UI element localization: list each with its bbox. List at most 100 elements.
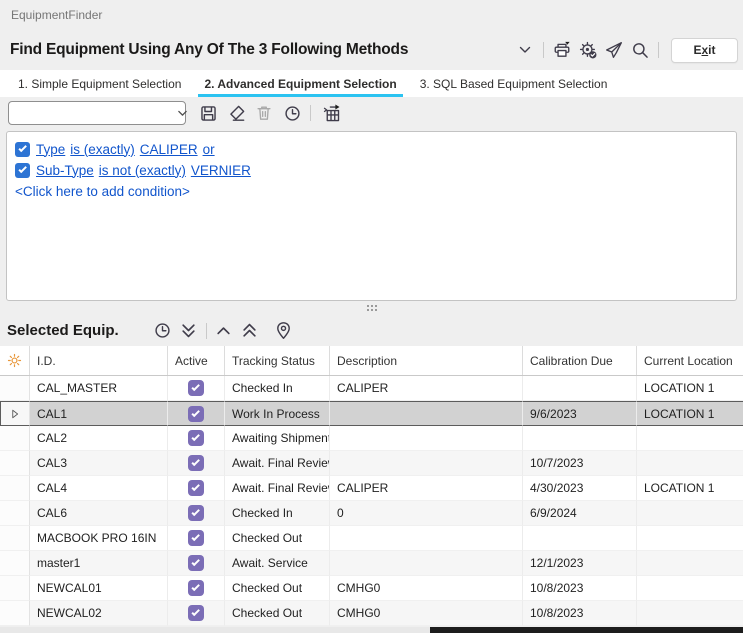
scrollbar-thumb[interactable]	[430, 627, 743, 633]
cell-current-location[interactable]: LOCATION 1	[637, 401, 743, 426]
condition-conjunction-link[interactable]: or	[203, 142, 215, 157]
history-icon[interactable]	[280, 101, 304, 125]
cell-id[interactable]: CAL2	[30, 426, 168, 451]
saved-query-input[interactable]	[9, 102, 176, 124]
save-icon[interactable]	[196, 101, 220, 125]
cell-description[interactable]	[330, 426, 523, 451]
chevron-down-icon[interactable]	[514, 39, 536, 61]
move-all-down-icon[interactable]	[177, 319, 201, 343]
active-checkbox[interactable]	[188, 530, 204, 546]
table-row[interactable]: NEWCAL02 Checked OutCMHG010/8/2023	[0, 601, 743, 626]
cell-id[interactable]: CAL1	[30, 401, 168, 426]
table-row[interactable]: CAL3Await. Final Review10/7/2023	[0, 451, 743, 476]
active-checkbox[interactable]	[188, 555, 204, 571]
cell-tracking-status[interactable]: Checked Out	[225, 601, 330, 626]
row-selector[interactable]	[0, 526, 30, 551]
row-selector[interactable]	[0, 501, 30, 526]
cell-current-location[interactable]: LOCATION 1	[637, 476, 743, 501]
cell-tracking-status[interactable]: Checked In	[225, 376, 330, 401]
cell-description[interactable]	[330, 551, 523, 576]
cell-id[interactable]: CAL_MASTER	[30, 376, 168, 401]
cell-id[interactable]: master1	[30, 551, 168, 576]
cell-calibration-due[interactable]	[523, 376, 637, 401]
cell-id[interactable]: CAL6	[30, 501, 168, 526]
column-header-active[interactable]: Active	[168, 346, 225, 375]
condition-value-link[interactable]: VERNIER	[191, 163, 251, 178]
cell-calibration-due[interactable]: 10/7/2023	[523, 451, 637, 476]
row-selector[interactable]	[0, 576, 30, 601]
search-icon[interactable]	[629, 39, 651, 61]
row-selector[interactable]	[0, 426, 30, 451]
column-header-current-location[interactable]: Current Location	[637, 346, 743, 375]
move-all-up-icon[interactable]	[238, 319, 262, 343]
condition-checkbox[interactable]	[15, 163, 30, 178]
condition-checkbox[interactable]	[15, 142, 30, 157]
cell-description[interactable]: CALIPER	[330, 376, 523, 401]
row-selector[interactable]	[0, 551, 30, 576]
cell-current-location[interactable]	[637, 451, 743, 476]
row-selector[interactable]	[0, 376, 30, 401]
cell-current-location[interactable]	[637, 426, 743, 451]
active-checkbox[interactable]	[188, 605, 204, 621]
cell-id[interactable]: MACBOOK PRO 16IN	[30, 526, 168, 551]
cell-calibration-due[interactable]: 10/8/2023	[523, 576, 637, 601]
column-header-calibration-due[interactable]: Calibration Due	[523, 346, 637, 375]
cell-tracking-status[interactable]: Await. Service	[225, 551, 330, 576]
cell-current-location[interactable]	[637, 576, 743, 601]
tab-advanced-equipment-selection[interactable]: 2. Advanced Equipment Selection	[198, 70, 402, 97]
cell-current-location[interactable]	[637, 501, 743, 526]
active-checkbox[interactable]	[188, 480, 204, 496]
active-checkbox[interactable]	[188, 380, 204, 396]
active-checkbox[interactable]	[188, 505, 204, 521]
cell-current-location[interactable]	[637, 526, 743, 551]
table-row[interactable]: master1 Await. Service 12/1/2023	[0, 551, 743, 576]
row-selector[interactable]	[0, 401, 30, 426]
cell-tracking-status[interactable]: Awaiting Shipment	[225, 426, 330, 451]
locate-pin-icon[interactable]	[272, 319, 296, 343]
table-row[interactable]: CAL_MASTER Checked InCALIPER LOCATION 1	[0, 376, 743, 401]
combobox-chevron-icon[interactable]	[176, 107, 189, 120]
cell-description[interactable]	[330, 526, 523, 551]
active-checkbox[interactable]	[188, 455, 204, 471]
saved-query-combobox[interactable]	[8, 101, 186, 125]
filter-sun-icon[interactable]	[0, 346, 30, 375]
history-icon[interactable]	[151, 319, 175, 343]
cell-tracking-status[interactable]: Await. Final Review	[225, 451, 330, 476]
cell-description[interactable]: CMHG0	[330, 601, 523, 626]
table-row[interactable]: CAL2 Awaiting Shipment	[0, 426, 743, 451]
send-icon[interactable]	[603, 39, 625, 61]
cell-tracking-status[interactable]: Work In Process	[225, 401, 330, 426]
cell-description[interactable]: CALIPER	[330, 476, 523, 501]
cell-description[interactable]: 0	[330, 501, 523, 526]
cell-tracking-status[interactable]: Await. Final Review	[225, 476, 330, 501]
cell-tracking-status[interactable]: Checked Out	[225, 576, 330, 601]
cell-description[interactable]	[330, 401, 523, 426]
cell-calibration-due[interactable]: 6/9/2024	[523, 501, 637, 526]
column-header-tracking-status[interactable]: Tracking Status	[225, 346, 330, 375]
cell-calibration-due[interactable]: 9/6/2023	[523, 401, 637, 426]
splitter-handle[interactable]	[0, 301, 743, 315]
cell-id[interactable]: NEWCAL02	[30, 601, 168, 626]
cell-tracking-status[interactable]: Checked In	[225, 501, 330, 526]
active-checkbox[interactable]	[188, 430, 204, 446]
horizontal-scrollbar[interactable]	[0, 627, 743, 633]
condition-operator-link[interactable]: is (exactly)	[70, 142, 135, 157]
cell-description[interactable]	[330, 451, 523, 476]
cell-description[interactable]: CMHG0	[330, 576, 523, 601]
row-selector[interactable]	[0, 601, 30, 626]
cell-tracking-status[interactable]: Checked Out	[225, 526, 330, 551]
row-selector[interactable]	[0, 451, 30, 476]
cell-current-location[interactable]: LOCATION 1	[637, 376, 743, 401]
cell-calibration-due[interactable]: 4/30/2023	[523, 476, 637, 501]
eraser-icon[interactable]	[224, 101, 248, 125]
cell-calibration-due[interactable]: 10/8/2023	[523, 601, 637, 626]
cell-calibration-due[interactable]: 12/1/2023	[523, 551, 637, 576]
add-condition-link[interactable]: <Click here to add condition>	[15, 184, 190, 199]
cell-calibration-due[interactable]	[523, 426, 637, 451]
condition-field-link[interactable]: Sub-Type	[36, 163, 94, 178]
condition-field-link[interactable]: Type	[36, 142, 65, 157]
cell-id[interactable]: CAL4	[30, 476, 168, 501]
cell-current-location[interactable]	[637, 601, 743, 626]
apply-to-grid-icon[interactable]	[319, 101, 343, 125]
cell-current-location[interactable]	[637, 551, 743, 576]
